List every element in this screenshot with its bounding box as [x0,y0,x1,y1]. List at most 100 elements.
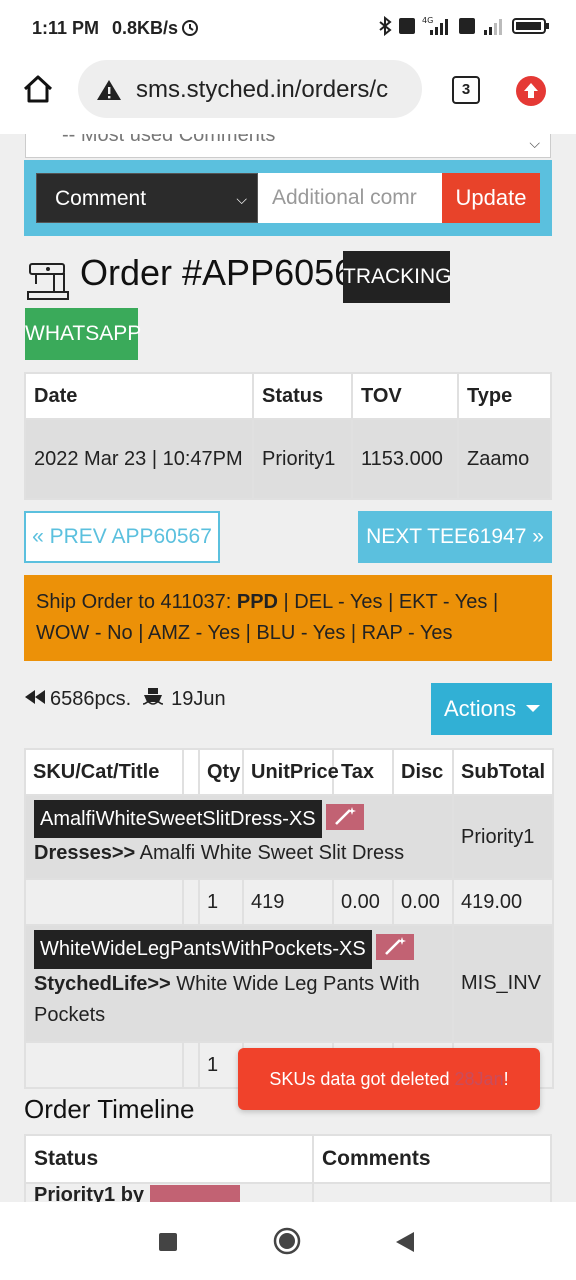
order-date: 2022 Mar 23 | 10:47PM [24,418,254,500]
table-header-row: Status Comments [24,1134,552,1184]
column-header-sku: SKU/Cat/Title [24,748,184,796]
sku-qty: 1 [198,1041,244,1089]
sewing-machine-icon [26,260,70,307]
tab-switcher-button[interactable]: 3 [452,76,480,104]
address-bar[interactable]: sms.styched.in/orders/c [78,60,422,118]
whatsapp-button[interactable]: WHATSAPP [25,308,141,360]
volte-icon [398,16,416,41]
column-header-status: Status [24,1134,314,1184]
sku-code[interactable]: WhiteWideLegPantsWithPockets-XS [34,930,372,969]
sku-table: SKU/Cat/Title Qty UnitPrice Tax Disc Sub… [24,748,554,1089]
stock-summary: 6586pcs. 19Jun [24,686,226,712]
caret-down-icon [526,705,540,712]
column-header-subtotal: SubTotal [452,748,554,796]
empty-cell [24,878,184,926]
ship-date: 19Jun [171,687,226,710]
empty-cell [182,878,200,926]
empty-cell [182,1041,200,1089]
column-header-status: Status [252,372,353,420]
status-time: 1:11 PM [32,18,100,38]
sku-disc: 0.00 [392,878,454,926]
chevron-down-icon: ⌵ [529,135,540,151]
home-nav-icon[interactable] [272,1226,302,1261]
signal-icon: 4G [422,16,452,41]
ship-info-banner: Ship Order to 411037: PPD | DEL - Yes | … [24,575,552,661]
sku-title: Amalfi White Sweet Slit Dress [135,842,405,864]
url-text[interactable]: sms.styched.in/orders/c [136,76,388,104]
prev-order-button[interactable]: « PREV APP60567 [24,511,220,563]
magic-wand-icon[interactable] [375,934,414,960]
order-timeline-title: Order Timeline [24,1094,195,1124]
sku-tax: 0.00 [332,878,394,926]
update-arrow-icon[interactable] [516,76,546,106]
column-header-type: Type [457,372,552,420]
tracking-button[interactable]: TRACKING [343,251,452,303]
column-header-date: Date [24,372,254,420]
table-row: AmalfiWhiteSweetSlitDress-XS Dresses>> A… [24,794,554,880]
status-speed: 0.8KB/s [112,18,179,38]
column-header-qty: Qty [198,748,244,796]
most-used-comments-select[interactable]: -- Most used Comments ⌵ [25,134,551,158]
timeline-comment [312,1182,552,1202]
recents-icon[interactable] [158,1232,178,1257]
table-row: Priority1 by [24,1182,552,1202]
sku-status: MIS_INV [452,924,554,1043]
pcs-count: 6586pcs. [50,687,132,710]
home-icon[interactable] [22,74,54,109]
warning-icon[interactable] [96,78,122,107]
back-icon[interactable] [394,1230,416,1259]
order-status: Priority1 [252,418,353,500]
table-row: 2022 Mar 23 | 10:47PM Priority1 1153.000… [24,418,552,500]
comment-type-select[interactable]: Comment ⌵ [36,173,258,223]
column-header-unitprice: UnitPrice [242,748,339,796]
sku-subtotal: 419.00 [452,878,554,926]
ship-prefix: Ship Order to 411037: [36,591,237,613]
user-badge [149,1184,240,1202]
sku-qty: 1 [198,878,244,926]
column-header-tov: TOV [351,372,459,420]
order-tov: 1153.000 [351,418,459,500]
system-nav-bar [0,1202,576,1280]
column-header-comments: Comments [312,1134,552,1184]
order-type: Zaamo [457,418,552,500]
update-button[interactable]: Update [442,173,540,223]
next-order-button[interactable]: NEXT TEE61947 » [358,511,552,563]
order-info-table: Date Status TOV Type 2022 Mar 23 | 10:47… [24,372,552,500]
sku-status: Priority1 [452,794,554,880]
additional-comment-placeholder: Additional comr [272,186,417,209]
sku-code[interactable]: AmalfiWhiteSweetSlitDress-XS [34,800,322,838]
table-header-row: Date Status TOV Type [24,372,552,420]
table-row: WhiteWideLegPantsWithPockets-XS StychedL… [24,924,554,1043]
additional-comment-input[interactable]: Additional comr [258,173,442,223]
column-header-tax: Tax [332,748,394,796]
ship-mode: PPD [236,591,278,613]
toast-date: 28Jan [454,1069,504,1089]
volte-icon-2 [458,16,476,41]
table-row: 1 419 0.00 0.00 419.00 [24,878,554,926]
toast-notification: SKUs data got deleted 28Jan! [238,1048,540,1110]
rewind-icon [24,688,46,711]
sku-category: StychedLife>> [34,973,171,995]
ship-icon [141,686,165,712]
timeline-status: Priority1 by [24,1182,314,1202]
order-title: Order #APP60568 [80,252,375,293]
sku-cell: AmalfiWhiteSweetSlitDress-XS Dresses>> A… [24,794,454,880]
magic-wand-icon[interactable] [325,804,364,830]
browser-toolbar: sms.styched.in/orders/c 3 [0,58,576,134]
actions-label: Actions [444,696,517,721]
sku-category: Dresses>> [34,842,136,864]
timeline-status-text: Priority1 by [34,1184,145,1202]
most-used-comments-label: -- Most used Comments [62,134,276,146]
comment-type-value: Comment [55,187,147,210]
toast-end: ! [503,1069,509,1089]
actions-dropdown-button[interactable]: Actions [431,683,552,735]
column-header-disc: Disc [392,748,454,796]
alarm-icon [180,17,200,42]
toast-text: SKUs data got deleted [269,1069,455,1089]
empty-cell [24,1041,184,1089]
bluetooth-icon [378,15,392,41]
page-content: -- Most used Comments ⌵ Comment ⌵ Additi… [0,134,576,1202]
column-header-blank [182,748,200,796]
svg-text:4G: 4G [422,16,433,25]
battery-icon [512,16,550,41]
